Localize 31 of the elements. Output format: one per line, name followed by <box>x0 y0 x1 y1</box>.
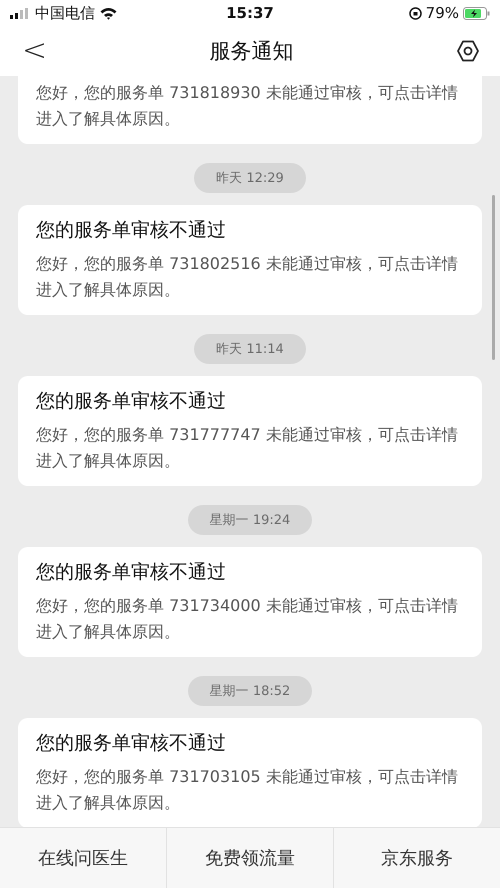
timestamp: 星期一 19:24 <box>188 505 312 535</box>
settings-icon[interactable] <box>456 39 480 63</box>
message-body: 您好，您的服务单 731818930 未能通过审核，可点击详情进入了解具体原因。 <box>36 82 459 130</box>
message-body: 您好，您的服务单 731802516 未能通过审核，可点击详情进入了解具体原因。 <box>36 253 459 301</box>
timestamp: 星期一 18:52 <box>188 676 312 706</box>
message-body: 您好，您的服务单 731734000 未能通过审核，可点击详情进入了解具体原因。 <box>36 595 459 643</box>
message-card[interactable]: 您的服务单审核不通过 您好，您的服务单 731777747 未能通过审核，可点击详情进入了解具体原因。 <box>18 376 482 486</box>
signal-icon <box>10 8 30 18</box>
menu-tab[interactable]: 免费领流量 <box>166 828 333 888</box>
message-card[interactable]: 您的服务单审核不通过 您好，您的服务单 731734000 未能通过审核，可点击详情进入了解具体原因。 <box>18 547 482 657</box>
menu-tab[interactable]: 在线问医生 <box>0 828 166 888</box>
menu-tab[interactable]: 京东服务 <box>333 828 500 888</box>
message-body: 您好，您的服务单 731703105 未能通过审核，可点击详情进入了解具体原因。 <box>36 766 459 814</box>
message-card[interactable]: 您的服务单审核不通过 您好，您的服务单 731703105 未能通过审核，可点击详情进入了解具体原因。 <box>18 718 482 827</box>
wifi-icon <box>100 6 117 20</box>
rotation-lock-icon <box>408 6 422 20</box>
message-title: 您的服务单审核不通过 <box>36 389 227 414</box>
timestamp: 昨天 12:29 <box>194 163 306 193</box>
message-title: 您的服务单审核不通过 <box>36 731 227 756</box>
page-title: 服务通知 <box>210 38 294 65</box>
back-button[interactable]: < <box>22 36 48 66</box>
carrier-name: 中国电信 <box>35 4 95 22</box>
battery-percent: 79% <box>426 4 459 22</box>
message-title: 您的服务单审核不通过 <box>36 560 227 585</box>
message-card[interactable]: 您的服务单审核不通过 您好，您的服务单 731802516 未能通过审核，可点击详情进入了解具体原因。 <box>18 205 482 315</box>
message-body: 您好，您的服务单 731777747 未能通过审核，可点击详情进入了解具体原因。 <box>36 424 459 472</box>
message-title: 您的服务单审核不通过 <box>36 218 227 243</box>
message-card[interactable]: 您好，您的服务单 731818930 未能通过审核，可点击详情进入了解具体原因。 <box>18 76 482 144</box>
battery-icon <box>463 6 490 20</box>
timestamp: 昨天 11:14 <box>194 334 306 364</box>
clock-time: 15:37 <box>226 4 274 22</box>
